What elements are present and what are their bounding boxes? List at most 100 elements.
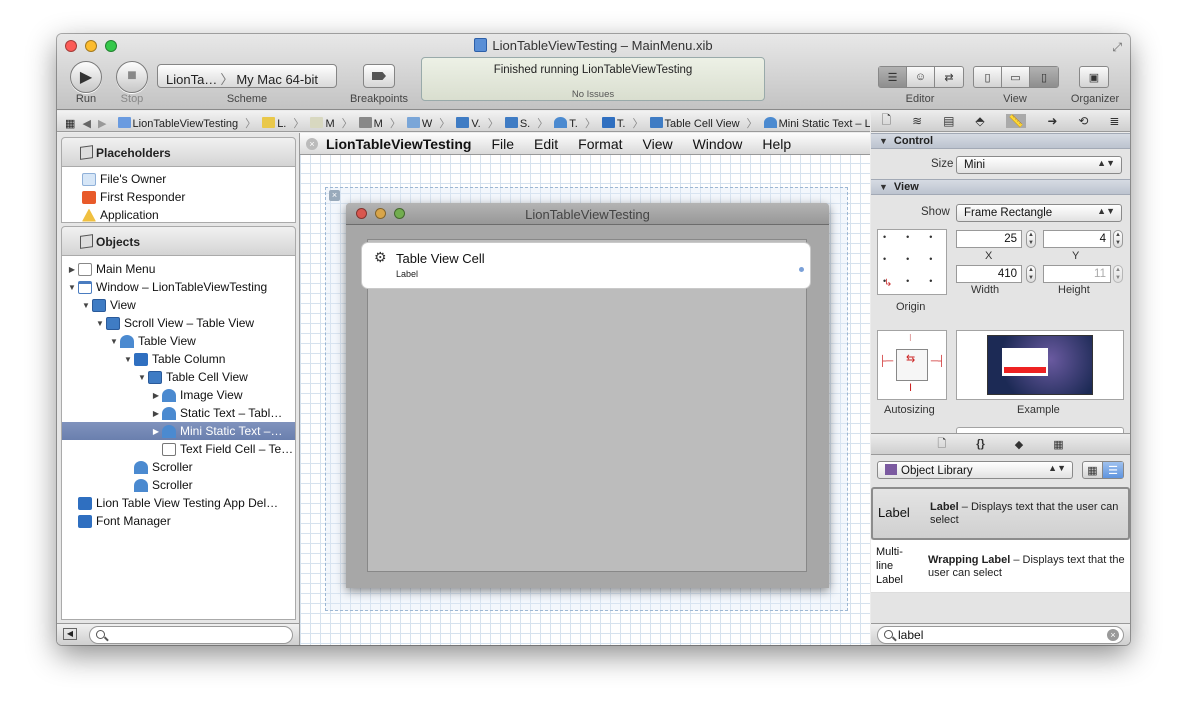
- outline-row-scroll-view[interactable]: ▼ Scroll View – Table View: [62, 314, 295, 332]
- editor-segmented-control[interactable]: ☰ ☺ ⇄: [878, 66, 964, 88]
- right-spring-icon[interactable]: ─┤: [931, 356, 945, 367]
- size-inspector-icon[interactable]: 📏: [1005, 114, 1027, 128]
- jump-item-view[interactable]: V.: [456, 117, 481, 130]
- menu-file[interactable]: File: [491, 136, 514, 152]
- jump-item-window[interactable]: W: [406, 117, 432, 130]
- x-field[interactable]: 25: [956, 230, 1022, 248]
- width-field[interactable]: 410: [956, 265, 1022, 283]
- list-item[interactable]: First Responder: [62, 188, 295, 206]
- scheme-popup[interactable]: LionTa… 〉 My Mac 64-bit: [157, 64, 337, 88]
- jump-item-tablecolumn[interactable]: T.: [601, 117, 625, 130]
- bottom-strut-icon[interactable]: I: [909, 382, 912, 394]
- quick-help-icon[interactable]: ≋: [912, 114, 922, 128]
- disclosure-triangle-icon[interactable]: ▼: [136, 373, 148, 382]
- menu-edit[interactable]: Edit: [534, 136, 558, 152]
- outline-row-table-column[interactable]: ▼ Table Column: [62, 350, 295, 368]
- back-arrow-icon[interactable]: ◀: [82, 117, 90, 130]
- identity-inspector-icon[interactable]: ▤: [943, 114, 954, 128]
- version-editor-icon[interactable]: ⇄: [935, 67, 963, 87]
- disclosure-triangle-icon[interactable]: ▶: [150, 391, 162, 400]
- library-search-input[interactable]: label ×: [877, 626, 1124, 644]
- design-window[interactable]: LionTableViewTesting ⚙ Table View Cell L…: [346, 203, 829, 588]
- menu-help[interactable]: Help: [762, 136, 791, 152]
- outline-row-mini-static-text[interactable]: ▶ Mini Static Text –…: [62, 422, 295, 440]
- top-strut-icon[interactable]: I: [909, 333, 912, 344]
- view-section-header[interactable]: ▼ View: [871, 179, 1130, 195]
- origin-selector[interactable]: ••• ••• ••• ↳: [877, 229, 947, 295]
- fullscreen-icon[interactable]: ⤢: [1112, 40, 1122, 55]
- run-button[interactable]: ▶: [70, 61, 102, 93]
- disclosure-triangle-icon[interactable]: ▶: [150, 427, 162, 436]
- disclosure-triangle-icon[interactable]: ▼: [66, 283, 78, 292]
- clear-search-icon[interactable]: ×: [1107, 629, 1119, 641]
- stop-button[interactable]: ■: [116, 61, 148, 93]
- jump-item-folder[interactable]: L.: [262, 117, 286, 130]
- jump-item-mainmenu[interactable]: M: [358, 117, 383, 130]
- height-stepper[interactable]: ▲ ▼: [1113, 265, 1123, 283]
- menu-app-name[interactable]: LionTableViewTesting: [326, 136, 471, 152]
- close-icon[interactable]: ×: [306, 137, 318, 150]
- menu-window[interactable]: Window: [693, 136, 743, 152]
- menu-view[interactable]: View: [643, 136, 673, 152]
- bindings-inspector-icon[interactable]: ⟲: [1078, 114, 1088, 128]
- code-snippet-library-icon[interactable]: {}: [976, 438, 985, 450]
- jump-item-tablecellview[interactable]: Table Cell View: [649, 117, 740, 130]
- library-view-mode-control[interactable]: ▦ ☰: [1082, 461, 1124, 479]
- utilities-toggle-icon[interactable]: ▯: [1030, 67, 1058, 87]
- outline-row-window[interactable]: ▼ Window – LionTableViewTesting: [62, 278, 295, 296]
- related-items-icon[interactable]: ▦: [65, 117, 75, 130]
- object-library-icon[interactable]: ◆: [1015, 438, 1023, 451]
- outline-row-view[interactable]: ▼ View: [62, 296, 295, 314]
- jump-item-project[interactable]: LionTableViewTesting: [117, 117, 238, 130]
- forward-arrow-icon[interactable]: ▶: [98, 117, 106, 130]
- outline-row-font-manager[interactable]: Font Manager: [62, 512, 295, 530]
- jump-item-scrollview[interactable]: S.: [504, 117, 530, 130]
- view-segmented-control[interactable]: ▯ ▭ ▯: [973, 66, 1059, 88]
- organizer-button[interactable]: ▣: [1079, 66, 1109, 88]
- disclosure-triangle-icon[interactable]: ▶: [66, 265, 78, 274]
- file-template-library-icon[interactable]: 🗋: [937, 435, 946, 454]
- outline-row-scroller[interactable]: Scroller: [62, 476, 295, 494]
- debug-area-toggle-icon[interactable]: ▭: [1002, 67, 1030, 87]
- cell-title[interactable]: Table View Cell: [396, 251, 485, 266]
- disclosure-triangle-icon[interactable]: ▼: [94, 319, 106, 328]
- library-item-wrapping-label[interactable]: Multi-line Label Wrapping Label – Displa…: [871, 540, 1130, 593]
- close-icon[interactable]: ×: [329, 190, 340, 201]
- disclosure-triangle-icon[interactable]: ▼: [122, 355, 134, 364]
- hide-outline-icon[interactable]: ◀: [63, 628, 77, 640]
- y-field[interactable]: 4: [1043, 230, 1111, 248]
- outline-row-table-cell-view[interactable]: ▼ Table Cell View: [62, 368, 295, 386]
- outline-row-main-menu[interactable]: ▶ Main Menu: [62, 260, 295, 278]
- outline-row-image-view[interactable]: ▶ Image View: [62, 386, 295, 404]
- show-popup[interactable]: Frame Rectangle ▲▼: [956, 204, 1122, 222]
- outline-row-table-view[interactable]: ▼ Table View: [62, 332, 295, 350]
- attributes-inspector-icon[interactable]: ⬘: [975, 114, 984, 128]
- interface-builder-canvas[interactable]: × LionTableViewTesting File Edit Format …: [300, 133, 870, 645]
- outline-row-text-field-cell[interactable]: Text Field Cell – Te…: [62, 440, 295, 458]
- list-view-icon[interactable]: ☰: [1103, 462, 1123, 478]
- outline-filter-input[interactable]: [89, 626, 293, 644]
- table-view-cell[interactable]: ⚙ Table View Cell Label: [361, 242, 811, 289]
- outline-row-static-text[interactable]: ▶ Static Text – Tabl…: [62, 404, 295, 422]
- standard-editor-icon[interactable]: ☰: [879, 67, 907, 87]
- disclosure-triangle-icon[interactable]: ▶: [150, 409, 162, 418]
- assistant-editor-icon[interactable]: ☺: [907, 67, 935, 87]
- resize-arrows-icon[interactable]: ⇆: [906, 352, 915, 365]
- jump-item-tableview[interactable]: T.: [554, 117, 578, 130]
- outline-row-app-delegate[interactable]: Lion Table View Testing App Del…: [62, 494, 295, 512]
- library-item-label[interactable]: Label Label – Displays text that the use…: [871, 487, 1130, 540]
- outline-row-scroller[interactable]: Scroller: [62, 458, 295, 476]
- breakpoints-button[interactable]: [363, 64, 395, 88]
- file-inspector-icon[interactable]: 🗋: [881, 111, 891, 132]
- list-item[interactable]: Application: [62, 206, 295, 224]
- effects-inspector-icon[interactable]: ≣: [1109, 114, 1119, 128]
- menu-format[interactable]: Format: [578, 136, 622, 152]
- x-stepper[interactable]: ▲ ▼: [1026, 230, 1036, 248]
- list-item[interactable]: File's Owner: [62, 170, 295, 188]
- cell-mini-label[interactable]: Label: [396, 269, 418, 279]
- left-spring-icon[interactable]: ├─: [879, 356, 893, 367]
- disclosure-triangle-icon[interactable]: ▼: [108, 337, 120, 346]
- jump-item-xib[interactable]: M: [310, 117, 335, 130]
- y-stepper[interactable]: ▲ ▼: [1113, 230, 1123, 248]
- autosizing-control[interactable]: ├─ ─┤ ⇆ I I: [877, 330, 947, 400]
